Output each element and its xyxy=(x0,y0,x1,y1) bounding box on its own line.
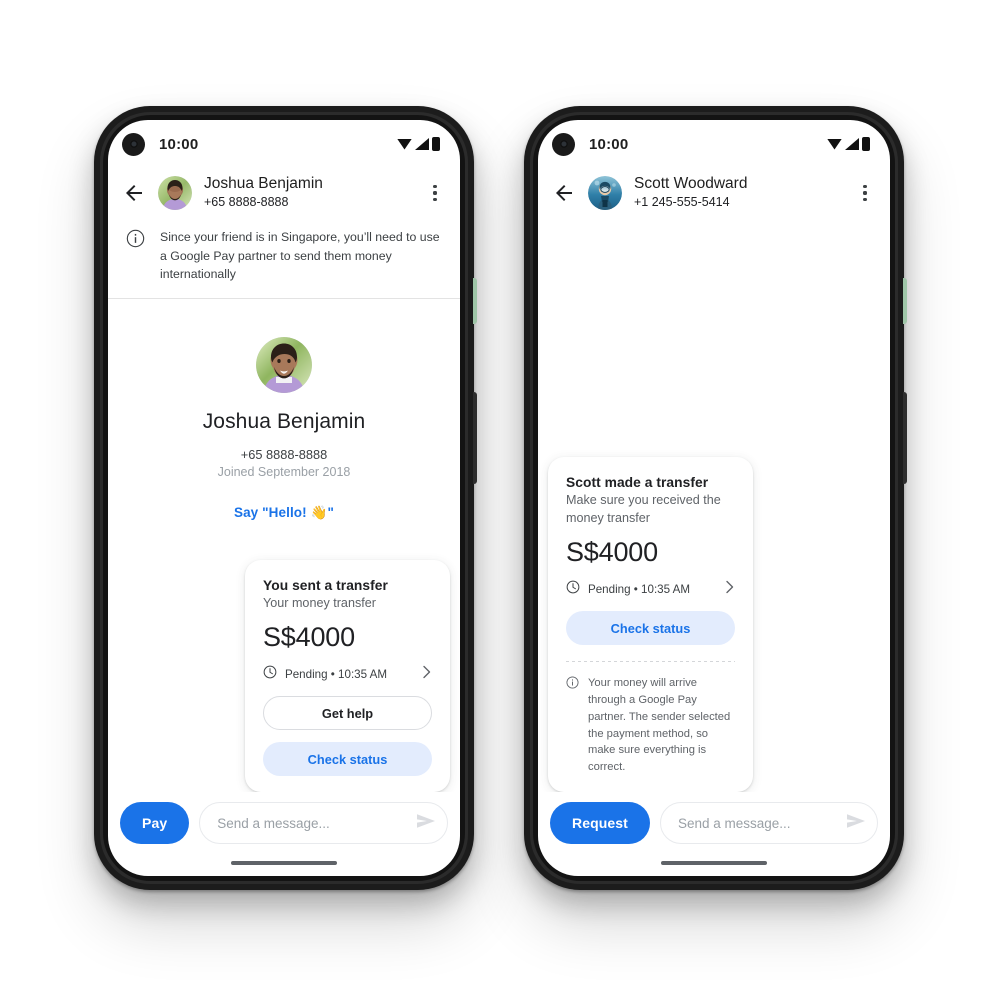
info-banner: Since your friend is in Singapore, you’l… xyxy=(108,224,460,298)
info-icon xyxy=(126,229,146,284)
signal-icon xyxy=(845,138,859,150)
status-bar: 10:00 xyxy=(108,120,460,168)
chevron-right-icon[interactable] xyxy=(725,580,735,599)
status-icon-group xyxy=(397,137,440,151)
conversation-body: Scott made a transfer Make sure you rece… xyxy=(538,224,890,792)
info-icon xyxy=(566,676,579,776)
front-camera-icon xyxy=(122,132,145,156)
app-bar: Joshua Benjamin +65 8888-8888 xyxy=(108,168,460,224)
received-transfer-card[interactable]: Scott made a transfer Make sure you rece… xyxy=(548,457,753,792)
message-composer: Request Send a message... xyxy=(538,792,890,850)
card-subtitle: Your money transfer xyxy=(263,596,376,611)
conversation-body: Joshua Benjamin +65 8888-8888 Joined Sep… xyxy=(108,299,460,792)
signal-icon xyxy=(415,138,429,150)
card-status-text: Pending • 10:35 AM xyxy=(588,583,691,597)
front-camera-icon xyxy=(552,132,575,156)
battery-icon xyxy=(862,137,870,151)
check-status-button[interactable]: Check status xyxy=(566,611,735,646)
say-hello-link[interactable]: Say "Hello! 👋" xyxy=(128,505,440,521)
card-subtitle: Make sure you received the money transfe… xyxy=(566,493,721,526)
card-title: Scott made a transfer xyxy=(566,475,709,491)
sent-transfer-card[interactable]: You sent a transfer Your money transfer … xyxy=(245,560,450,792)
contact-name: Joshua Benjamin xyxy=(204,175,323,192)
message-placeholder: Send a message... xyxy=(677,815,791,831)
sent-card-row: You sent a transfer Your money transfer … xyxy=(108,560,460,792)
check-status-button[interactable]: Check status xyxy=(263,742,432,776)
back-arrow-icon[interactable] xyxy=(122,181,146,205)
back-arrow-icon[interactable] xyxy=(552,181,576,205)
more-vert-icon[interactable] xyxy=(424,182,446,204)
card-note: Your money will arrive through a Google … xyxy=(566,675,735,776)
home-indicator[interactable] xyxy=(108,850,460,876)
sender-phone: 10:00 Joshua Benjamin +65 8888-8888 Sinc… xyxy=(94,106,477,890)
profile-phone: +65 8888-8888 xyxy=(240,446,328,462)
card-note-text: Your money will arrive through a Google … xyxy=(588,677,731,774)
card-status-row[interactable]: Pending • 10:35 AM xyxy=(566,580,735,599)
volume-rocker[interactable] xyxy=(903,392,907,484)
receiver-screen: 10:00 Scott Woodward +1 245-555-5414 Sco… xyxy=(538,120,890,876)
wifi-icon xyxy=(397,138,412,150)
request-button[interactable]: Request xyxy=(550,802,650,844)
card-status-row[interactable]: Pending • 10:35 AM xyxy=(263,665,432,684)
contact-avatar[interactable] xyxy=(158,175,192,210)
contact-avatar[interactable] xyxy=(588,175,622,210)
status-bar: 10:00 xyxy=(538,120,890,168)
status-icon-group xyxy=(827,137,870,151)
received-card-row: Scott made a transfer Make sure you rece… xyxy=(538,457,890,792)
wifi-icon xyxy=(827,138,842,150)
contact-phone: +1 245-555-5414 xyxy=(634,195,730,210)
card-amount: S$4000 xyxy=(263,622,355,652)
send-icon[interactable] xyxy=(845,811,867,836)
info-banner-text: Since your friend is in Singapore, you’l… xyxy=(160,229,440,282)
pay-button[interactable]: Pay xyxy=(120,802,190,844)
battery-icon xyxy=(432,137,440,151)
profile-header: Joshua Benjamin +65 8888-8888 Joined Sep… xyxy=(108,299,460,521)
clock-icon xyxy=(263,665,277,684)
status-time: 10:00 xyxy=(159,135,199,153)
message-placeholder: Send a message... xyxy=(217,815,330,831)
receiver-phone: 10:00 Scott Woodward +1 245-555-5414 Sco… xyxy=(524,106,907,890)
power-button[interactable] xyxy=(473,278,477,324)
contact-info[interactable]: Scott Woodward +1 245-555-5414 xyxy=(634,174,842,212)
profile-avatar xyxy=(256,336,312,393)
app-bar: Scott Woodward +1 245-555-5414 xyxy=(538,168,890,224)
chevron-right-icon[interactable] xyxy=(422,665,432,684)
home-indicator[interactable] xyxy=(538,850,890,876)
profile-name: Joshua Benjamin xyxy=(202,409,366,433)
screenshot-stage: 10:00 Joshua Benjamin +65 8888-8888 Sinc… xyxy=(0,0,1000,1000)
status-time: 10:00 xyxy=(589,135,629,153)
card-dotted-divider xyxy=(566,661,735,663)
contact-info[interactable]: Joshua Benjamin +65 8888-8888 xyxy=(204,174,412,212)
clock-icon xyxy=(566,580,580,599)
contact-name: Scott Woodward xyxy=(634,175,748,192)
message-input[interactable]: Send a message... xyxy=(659,802,878,844)
card-title: You sent a transfer xyxy=(263,578,388,594)
profile-joined: Joined September 2018 xyxy=(217,464,351,479)
message-input[interactable]: Send a message... xyxy=(199,802,448,844)
card-status-text: Pending • 10:35 AM xyxy=(285,668,388,681)
contact-phone: +65 8888-8888 xyxy=(204,195,289,210)
power-button[interactable] xyxy=(903,278,907,324)
more-vert-icon[interactable] xyxy=(854,182,876,204)
card-amount: S$4000 xyxy=(566,537,658,568)
send-icon[interactable] xyxy=(415,811,437,836)
message-composer: Pay Send a message... xyxy=(108,792,460,850)
volume-rocker[interactable] xyxy=(473,392,477,484)
sender-screen: 10:00 Joshua Benjamin +65 8888-8888 Sinc… xyxy=(108,120,460,876)
get-help-button[interactable]: Get help xyxy=(263,696,432,730)
